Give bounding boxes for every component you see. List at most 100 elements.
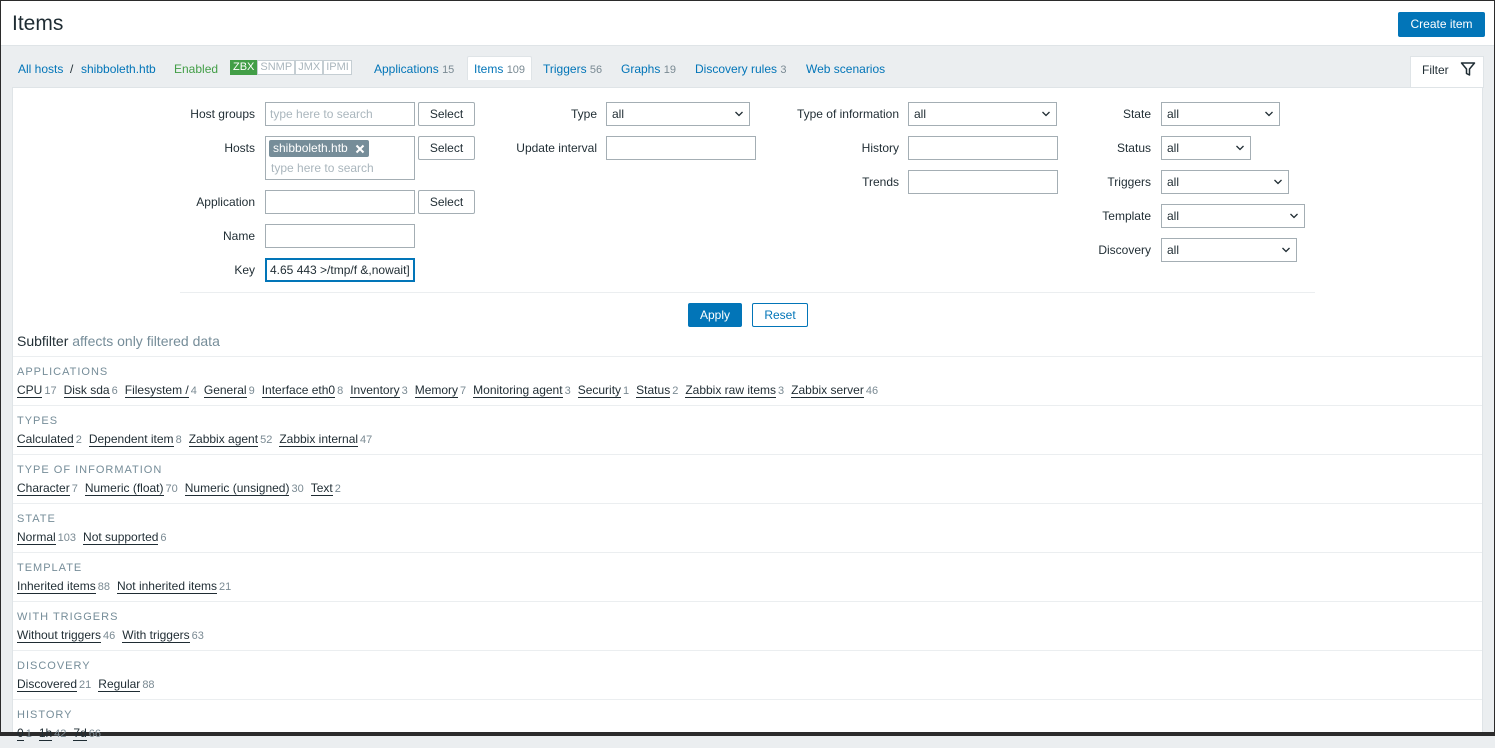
subfilter-count: 7 xyxy=(460,385,467,397)
triggers-dropdown[interactable]: all xyxy=(1161,170,1289,194)
tab-web-scenarios-label: Web scenarios xyxy=(806,62,886,76)
subfilter-item: CPU 17 xyxy=(17,383,57,398)
status-label: Status xyxy=(1116,141,1151,155)
state-label: State xyxy=(1122,107,1151,121)
application-select-button[interactable]: Select xyxy=(418,190,475,214)
breadcrumb-host[interactable]: shibboleth.htb xyxy=(81,62,156,76)
chevron-down-icon xyxy=(1042,111,1050,117)
host-status-enabled[interactable]: Enabled xyxy=(174,62,218,76)
subfilter-link[interactable]: Text xyxy=(310,481,333,496)
remove-chip-icon[interactable] xyxy=(355,144,365,154)
subfilter-group-type-of-information: TYPE OF INFORMATION Character 7 Numeric (fl… xyxy=(13,454,1482,503)
state-value: all xyxy=(1167,107,1180,121)
subfilter-item: Text 2 xyxy=(310,481,341,496)
subfilter-group-history: HISTORY 0 1 1h 42 7d 66 xyxy=(13,699,1482,748)
subfilter-link[interactable]: Filesystem / xyxy=(124,383,189,398)
name-input[interactable] xyxy=(265,224,415,248)
subfilter-item: Zabbix server 46 xyxy=(791,383,878,398)
subfilter-link[interactable]: Interface eth0 xyxy=(261,383,336,398)
tab-discovery-rules-count: 3 xyxy=(780,64,787,76)
tab-applications-label: Applications xyxy=(374,62,439,76)
subfilter-link[interactable]: 7d xyxy=(73,726,87,741)
hosts-select-button[interactable]: Select xyxy=(418,136,475,160)
subfilter-link[interactable]: General xyxy=(203,383,247,398)
update-interval-input[interactable] xyxy=(606,136,756,160)
subfilter-link[interactable]: Monitoring agent xyxy=(473,383,563,398)
host-groups-input[interactable] xyxy=(265,102,415,126)
subfilter-count: 42 xyxy=(54,728,67,740)
name-label: Name xyxy=(222,229,255,243)
subfilter-link[interactable]: Zabbix server xyxy=(791,383,864,398)
trends-input[interactable] xyxy=(908,170,1058,194)
subfilter-link[interactable]: Calculated xyxy=(17,432,74,447)
tab-discovery-rules-label: Discovery rules xyxy=(695,62,778,76)
state-dropdown[interactable]: all xyxy=(1161,102,1280,126)
application-input[interactable] xyxy=(265,190,415,214)
host-chip: shibboleth.htb xyxy=(269,140,369,157)
subfilter-link[interactable]: Without triggers xyxy=(17,628,102,643)
create-item-button[interactable]: Create item xyxy=(1398,12,1485,37)
subfilter-item: Inventory 3 xyxy=(350,383,408,398)
subfilter-link[interactable]: 0 xyxy=(17,726,24,741)
subfilter-item: Calculated 2 xyxy=(17,432,82,447)
breadcrumb-all-hosts[interactable]: All hosts xyxy=(18,62,63,76)
template-dropdown[interactable]: all xyxy=(1161,204,1305,228)
status-dropdown[interactable]: all xyxy=(1161,136,1251,160)
tab-discovery-rules[interactable]: Discovery rules 3 xyxy=(695,62,787,76)
tab-triggers-label: Triggers xyxy=(543,62,587,76)
subfilter-link[interactable]: Discovered xyxy=(17,677,78,692)
filter-toggle[interactable]: Filter xyxy=(1410,56,1484,88)
subfilter-item: Normal 103 xyxy=(17,530,76,545)
hosts-search-placeholder[interactable]: type here to search xyxy=(271,161,374,175)
tab-applications[interactable]: Applications 15 xyxy=(374,62,454,76)
subfilter-link[interactable]: Inherited items xyxy=(17,579,96,594)
subfilter-link[interactable]: Zabbix internal xyxy=(279,432,359,447)
subfilter-item: Not inherited items 21 xyxy=(116,579,231,594)
subfilter-link[interactable]: Security xyxy=(577,383,622,398)
update-interval-label: Update interval xyxy=(516,141,597,155)
key-input[interactable] xyxy=(265,258,415,282)
subfilter-values: 0 1 1h 42 7d 66 xyxy=(17,726,108,741)
subfilter-link[interactable]: Not supported xyxy=(83,530,159,545)
page-header: Items Create item xyxy=(1,1,1494,46)
subfilter-values: Without triggers 46 With triggers 63 xyxy=(17,628,211,643)
subfilter-link[interactable]: Regular xyxy=(98,677,141,692)
tab-web-scenarios[interactable]: Web scenarios xyxy=(806,62,885,76)
hosts-multiselect[interactable]: shibboleth.htb type here to search xyxy=(265,136,415,180)
host-groups-select-button[interactable]: Select xyxy=(418,102,475,126)
subfilter-count: 3 xyxy=(564,385,571,397)
subfilter-link[interactable]: With triggers xyxy=(122,628,190,643)
subfilter-link[interactable]: Disk sda xyxy=(63,383,110,398)
apply-button[interactable]: Apply xyxy=(688,303,742,327)
subfilter-link[interactable]: Memory xyxy=(414,383,459,398)
tab-graphs[interactable]: Graphs 19 xyxy=(621,62,676,76)
subfilter-item: Numeric (float) 70 xyxy=(84,481,178,496)
subfilter-count: 21 xyxy=(79,679,92,691)
reset-button[interactable]: Reset xyxy=(752,303,808,327)
subfilter-link[interactable]: Normal xyxy=(17,530,56,545)
tab-triggers[interactable]: Triggers 56 xyxy=(543,62,602,76)
type-of-information-dropdown[interactable]: all xyxy=(908,102,1057,126)
subfilter-count: 88 xyxy=(97,581,110,593)
subfilter-link[interactable]: Inventory xyxy=(350,383,400,398)
subfilter-link[interactable]: Numeric (unsigned) xyxy=(184,481,290,496)
subfilter-link[interactable]: 1h xyxy=(38,726,53,741)
jmx-badge: JMX xyxy=(295,60,324,75)
subfilter-link[interactable]: Numeric (float) xyxy=(84,481,164,496)
subfilter-link[interactable]: Dependent item xyxy=(88,432,174,447)
subfilter-link[interactable]: Zabbix agent xyxy=(188,432,259,447)
type-dropdown[interactable]: all xyxy=(606,102,750,126)
subfilter-link[interactable]: Not inherited items xyxy=(116,579,217,594)
tab-items[interactable]: Items 109 xyxy=(467,56,533,80)
discovery-dropdown[interactable]: all xyxy=(1161,238,1297,262)
subfilter-item: 01 xyxy=(17,726,32,741)
subfilter-link[interactable]: Character xyxy=(17,481,70,496)
subfilter-link[interactable]: Status xyxy=(636,383,671,398)
subfilter-group-types: TYPES Calculated 2 Dependent item 8 Zabbix ag… xyxy=(13,405,1482,454)
subfilter-item: Character 7 xyxy=(17,481,78,496)
snmp-badge: SNMP xyxy=(257,60,296,75)
history-input[interactable] xyxy=(908,136,1058,160)
subfilter-link[interactable]: CPU xyxy=(17,383,43,398)
subfilter-link[interactable]: Zabbix raw items xyxy=(685,383,777,398)
subfilter-count: 2 xyxy=(672,385,679,397)
